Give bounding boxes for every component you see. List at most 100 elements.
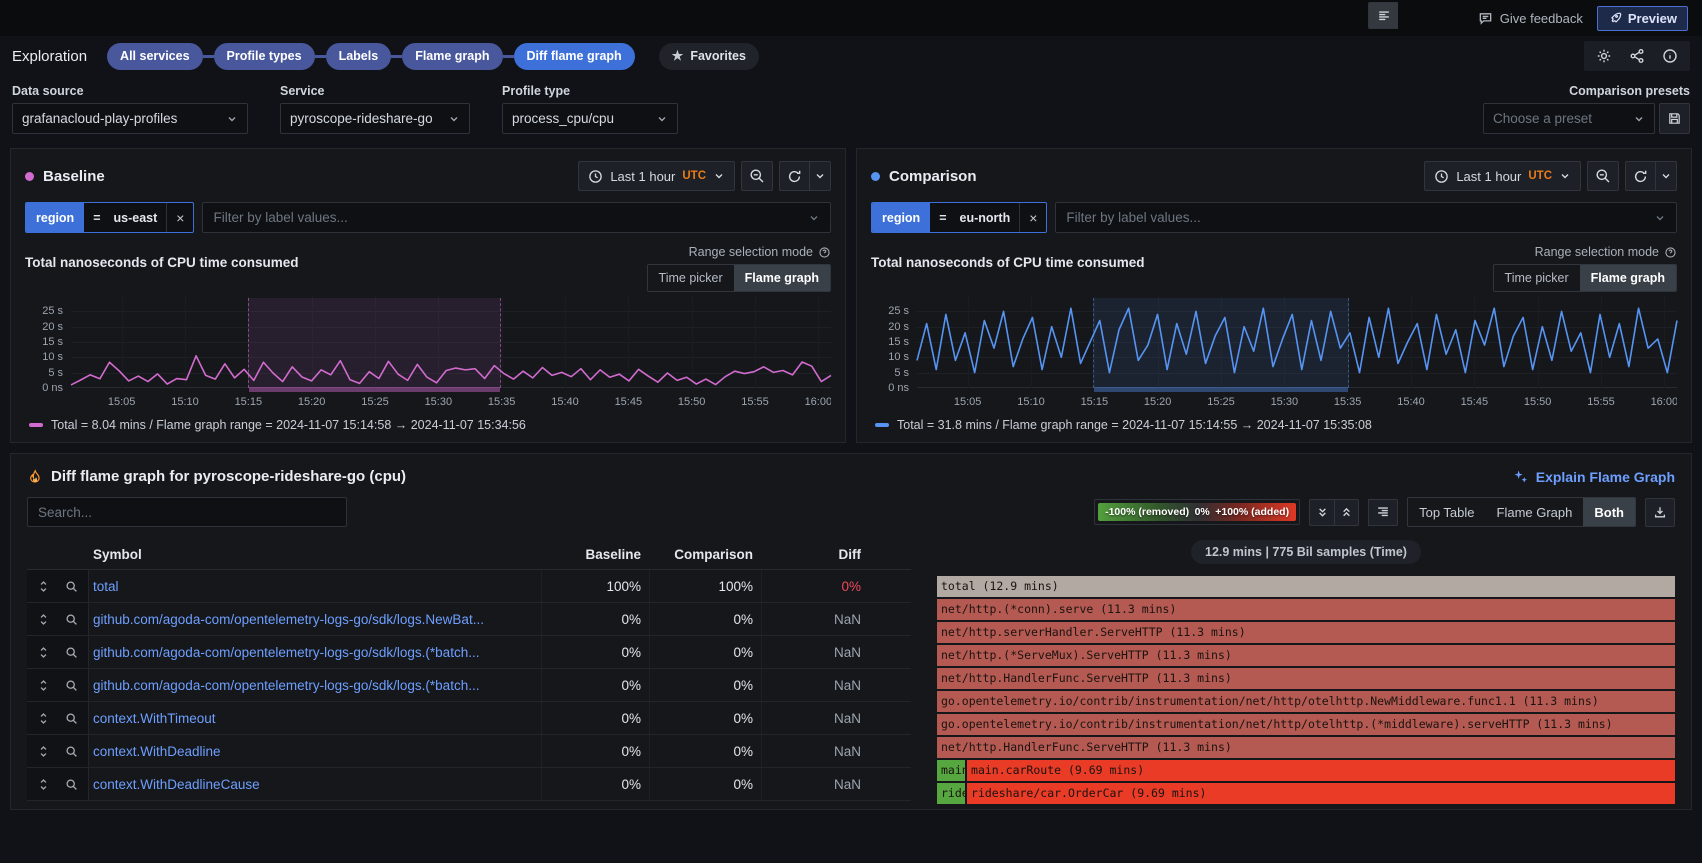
flame-node[interactable]: net/http.(*conn).serve (11.3 mins) — [937, 599, 1675, 620]
y-axis: 25 s20 s15 s10 s5 s0 ns — [25, 296, 71, 388]
sandwich-view-icon — [37, 679, 50, 692]
remove-filter-icon[interactable]: × — [166, 203, 193, 232]
symbol-link[interactable]: context.WithDeadlineCause — [89, 768, 541, 800]
search-symbol-button[interactable] — [60, 603, 84, 635]
info-button[interactable] — [1662, 48, 1678, 64]
flame-node[interactable]: net/http.(*ServeMux).ServeHTTP (11.3 min… — [937, 645, 1675, 666]
flame-node[interactable]: net/http.HandlerFunc.ServeHTTP (11.3 min… — [937, 668, 1675, 689]
sandwich-view-icon — [37, 580, 50, 593]
give-feedback-button[interactable]: Give feedback — [1478, 11, 1583, 26]
search-symbol-button[interactable] — [60, 570, 84, 602]
search-input[interactable] — [27, 497, 347, 527]
range-mode-flame-graph[interactable]: Flame graph — [1580, 265, 1676, 291]
flame-node[interactable]: go.opentelemetry.io/contrib/instrumentat… — [937, 714, 1675, 735]
align-right-button[interactable] — [1368, 499, 1398, 526]
refresh-interval-dropdown[interactable] — [1655, 161, 1677, 191]
download-button[interactable] — [1645, 498, 1675, 527]
preview-button[interactable]: Preview — [1597, 6, 1688, 31]
service-select[interactable]: pyroscope-rideshare-go — [280, 103, 470, 134]
view-mode-both[interactable]: Both — [1583, 498, 1635, 526]
expand-all-button[interactable] — [1334, 499, 1359, 526]
settings-button[interactable] — [1596, 48, 1612, 64]
save-preset-button[interactable] — [1659, 103, 1690, 134]
y-axis-tick: 0 ns — [42, 382, 63, 394]
tab-favorites[interactable]: ★ Favorites — [659, 43, 759, 70]
explain-flame-graph-button[interactable]: Explain Flame Graph — [1513, 469, 1675, 485]
sandwich-view-button[interactable] — [32, 702, 56, 734]
sandwich-view-button[interactable] — [32, 735, 56, 767]
flame-node[interactable]: net/http.HandlerFunc.ServeHTTP (11.3 min… — [937, 737, 1675, 758]
refresh-button[interactable] — [1625, 161, 1655, 191]
zoom-out-button[interactable] — [741, 161, 773, 191]
search-symbol-button[interactable] — [60, 735, 84, 767]
table-row: github.com/agoda-com/opentelemetry-logs-… — [27, 603, 911, 636]
flame-node[interactable]: rideshare/car.OrderCar (9.69 mins) — [967, 783, 1675, 804]
column-baseline[interactable]: Baseline — [541, 547, 649, 562]
search-symbol-button[interactable] — [60, 669, 84, 701]
remove-filter-icon[interactable]: × — [1019, 203, 1046, 232]
symbol-link[interactable]: github.com/agoda-com/opentelemetry-logs-… — [89, 669, 541, 701]
flame-node[interactable]: total (12.9 mins) — [937, 576, 1675, 597]
range-mode-time-picker[interactable]: Time picker — [648, 265, 734, 291]
symbol-link[interactable]: github.com/agoda-com/opentelemetry-logs-… — [89, 603, 541, 635]
view-mode-flame-graph[interactable]: Flame Graph — [1486, 498, 1584, 526]
tab-labels[interactable]: Labels — [326, 43, 392, 70]
sandwich-view-button[interactable] — [32, 603, 56, 635]
sandwich-view-button[interactable] — [32, 636, 56, 668]
timeseries-chart[interactable]: 25 s20 s15 s10 s5 s0 ns — [25, 296, 831, 388]
range-mode-toggle: Time pickerFlame graph — [1493, 264, 1677, 292]
flame-node[interactable]: main.carRoute (9.69 mins) — [967, 760, 1675, 781]
tab-flame-graph[interactable]: Flame graph — [402, 43, 502, 70]
range-mode-time-picker[interactable]: Time picker — [1494, 265, 1580, 291]
profile-type-select[interactable]: process_cpu/cpu — [502, 103, 678, 134]
chart-plot[interactable] — [917, 296, 1677, 388]
symbol-link[interactable]: context.WithDeadline — [89, 735, 541, 767]
table-row: github.com/agoda-com/opentelemetry-logs-… — [27, 669, 911, 702]
sandwich-view-button[interactable] — [32, 570, 56, 602]
help-icon[interactable] — [818, 246, 831, 259]
page-title: Exploration — [12, 48, 87, 65]
flame-node[interactable]: main. — [937, 760, 965, 781]
label-filter-input[interactable]: Filter by label values... — [1055, 202, 1677, 233]
search-symbol-button[interactable] — [60, 636, 84, 668]
zoom-out-icon — [749, 168, 765, 184]
help-icon[interactable] — [1664, 246, 1677, 259]
y-axis-tick: 25 s — [42, 305, 63, 317]
symbol-link[interactable]: total — [89, 570, 541, 602]
timeseries-chart[interactable]: 25 s20 s15 s10 s5 s0 ns — [871, 296, 1677, 388]
tab-diff-flame-graph[interactable]: Diff flame graph — [514, 43, 635, 70]
flame-node[interactable]: go.opentelemetry.io/contrib/instrumentat… — [937, 691, 1675, 712]
symbol-link[interactable]: context.WithTimeout — [89, 702, 541, 734]
sandwich-view-button[interactable] — [32, 669, 56, 701]
symbol-link[interactable]: github.com/agoda-com/opentelemetry-logs-… — [89, 636, 541, 668]
time-range-picker[interactable]: Last 1 hour UTC — [578, 161, 735, 191]
chart-plot[interactable] — [71, 296, 831, 388]
x-axis-tick: 15:05 — [108, 396, 136, 408]
collapse-all-button[interactable] — [1309, 499, 1334, 526]
label-filter-chip[interactable]: region = eu-north × — [871, 202, 1047, 233]
zoom-out-button[interactable] — [1587, 161, 1619, 191]
toolbar-right-group: -100% (removed) 0% +100% (added) Top Tab… — [1094, 497, 1675, 527]
sandwich-view-button[interactable] — [32, 768, 56, 800]
tab-profile-types[interactable]: Profile types — [214, 43, 315, 70]
search-symbol-button[interactable] — [60, 702, 84, 734]
share-button[interactable] — [1629, 48, 1645, 64]
flame-node[interactable]: rides — [937, 783, 965, 804]
data-source-select[interactable]: grafanacloud-play-profiles — [12, 103, 248, 134]
refresh-button[interactable] — [779, 161, 809, 191]
range-mode-flame-graph[interactable]: Flame graph — [734, 265, 830, 291]
search-symbol-button[interactable] — [60, 768, 84, 800]
refresh-interval-dropdown[interactable] — [809, 161, 831, 191]
view-mode-top-table[interactable]: Top Table — [1408, 498, 1485, 526]
label-filter-chip[interactable]: region = us-east × — [25, 202, 194, 233]
preset-select[interactable]: Choose a preset — [1483, 103, 1655, 134]
flame-node[interactable]: net/http.serverHandler.ServeHTTP (11.3 m… — [937, 622, 1675, 643]
time-range-picker[interactable]: Last 1 hour UTC — [1424, 161, 1581, 191]
tab-all-services[interactable]: All services — [107, 43, 203, 70]
label-filter-input[interactable]: Filter by label values... — [202, 202, 831, 233]
time-range-label: Last 1 hour — [610, 169, 675, 184]
column-diff[interactable]: Diff — [761, 547, 869, 562]
column-comparison[interactable]: Comparison — [649, 547, 761, 562]
column-symbol[interactable]: Symbol — [89, 547, 541, 562]
give-feedback-label: Give feedback — [1500, 11, 1583, 26]
